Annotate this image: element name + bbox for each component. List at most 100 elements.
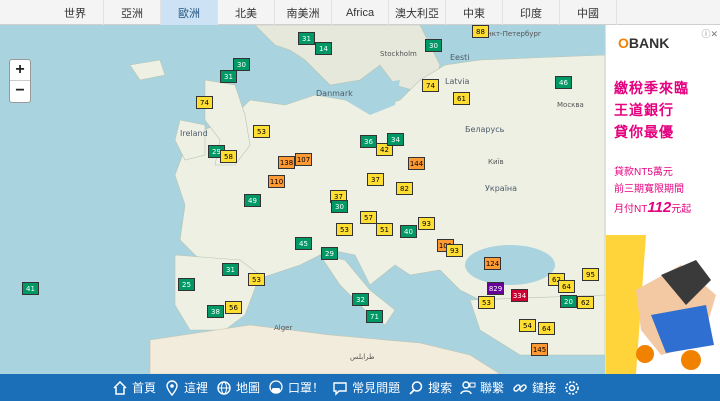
home-icon <box>112 380 128 396</box>
label-eesti: Eesti <box>450 53 470 62</box>
aqi-marker[interactable]: 38 <box>207 305 224 318</box>
aqi-marker[interactable]: 20 <box>560 295 577 308</box>
region-tabs: 世界 亞洲 歐洲 北美 南美洲 Africa 澳大利亞 中東 印度 中國 <box>0 0 720 25</box>
nav-home[interactable]: 首頁 <box>112 374 156 401</box>
city-alger: Alger <box>274 324 293 332</box>
tab-middle-east[interactable]: 中東 <box>446 0 503 25</box>
aqi-marker[interactable]: 56 <box>225 301 242 314</box>
aqi-marker[interactable]: 37 <box>367 173 384 186</box>
aqi-marker[interactable]: 93 <box>418 217 435 230</box>
aqi-marker[interactable]: 30 <box>331 200 348 213</box>
aqi-marker[interactable]: 45 <box>295 237 312 250</box>
ad-loan-amount: 貸款NT5萬元 <box>614 167 673 178</box>
aqi-marker[interactable]: 49 <box>244 194 261 207</box>
label-ukraine: Україна <box>485 184 518 193</box>
aqi-marker[interactable]: 31 <box>220 70 237 83</box>
city-kyiv: Київ <box>488 158 504 166</box>
aqi-marker[interactable]: 25 <box>178 278 195 291</box>
aqi-marker[interactable]: 58 <box>220 150 237 163</box>
tab-south-america[interactable]: 南美洲 <box>275 0 332 25</box>
europe-base-map <box>0 25 605 374</box>
mask-icon <box>268 379 284 396</box>
aqi-marker[interactable]: 145 <box>531 343 548 356</box>
nav-here[interactable]: 這裡 <box>164 374 208 401</box>
ad-grace-period: 前三期寬限期間 <box>614 184 684 195</box>
aqi-marker[interactable]: 74 <box>196 96 213 109</box>
tab-africa[interactable]: Africa <box>332 0 389 25</box>
nav-search[interactable]: 搜索 <box>408 374 452 401</box>
ad-arrow-icon[interactable] <box>636 345 654 363</box>
nav-links-label: 鏈接 <box>532 381 557 395</box>
aqi-marker[interactable]: 46 <box>555 76 572 89</box>
aqi-marker[interactable]: 40 <box>400 225 417 238</box>
tab-australia[interactable]: 澳大利亞 <box>389 0 446 25</box>
aqi-marker[interactable]: 62 <box>577 296 594 309</box>
aqi-marker[interactable]: 53 <box>336 223 353 236</box>
aqi-marker[interactable]: 107 <box>295 153 312 166</box>
bottom-nav: 首頁 這裡 地圖 口罩！ 常見問題 搜索 聯繫 鏈接 <box>0 374 720 401</box>
nav-settings[interactable] <box>564 374 584 401</box>
aqi-marker[interactable]: 61 <box>453 92 470 105</box>
nav-mask-label: 口罩！ <box>288 381 325 395</box>
label-denmark: Danmark <box>316 89 353 98</box>
nav-faq[interactable]: 常見問題 <box>332 374 400 401</box>
ad-headline: 繳稅季來臨 王道銀行 貸你最優 <box>614 80 689 140</box>
aqi-marker[interactable]: 53 <box>478 296 495 309</box>
nav-links[interactable]: 鏈接 <box>512 374 556 401</box>
aqi-marker[interactable]: 32 <box>352 293 369 306</box>
aqi-marker[interactable]: 53 <box>253 125 270 138</box>
nav-home-label: 首頁 <box>132 381 157 395</box>
aqi-marker[interactable]: 31 <box>222 263 239 276</box>
air-quality-map[interactable]: Ireland Danmark Latvia Eesti Беларусь Ук… <box>0 25 605 374</box>
aqi-marker[interactable]: 64 <box>558 280 575 293</box>
aqi-marker[interactable]: 54 <box>519 319 536 332</box>
tab-world[interactable]: 世界 <box>47 0 104 25</box>
tab-asia[interactable]: 亞洲 <box>104 0 161 25</box>
tab-north-america[interactable]: 北美 <box>218 0 275 25</box>
aqi-marker[interactable]: 29 <box>321 247 338 260</box>
gear-icon <box>564 380 580 396</box>
aqi-marker[interactable]: 51 <box>376 223 393 236</box>
aqi-marker[interactable]: 36 <box>360 135 377 148</box>
aqi-marker[interactable]: 41 <box>22 282 39 295</box>
aqi-marker[interactable]: 30 <box>425 39 442 52</box>
zoom-in-button[interactable]: + <box>10 60 30 81</box>
aqi-marker[interactable]: 93 <box>446 244 463 257</box>
contact-icon <box>460 380 476 396</box>
aqi-marker[interactable]: 74 <box>422 79 439 92</box>
aqi-marker[interactable]: 88 <box>472 25 489 38</box>
aqi-marker[interactable]: 144 <box>408 157 425 170</box>
nav-mask[interactable]: 口罩！ <box>268 374 324 401</box>
tab-europe[interactable]: 歐洲 <box>161 0 218 25</box>
aqi-marker[interactable]: 95 <box>582 268 599 281</box>
aqi-marker[interactable]: 138 <box>278 156 295 169</box>
nav-contact[interactable]: 聯繫 <box>460 374 504 401</box>
label-ireland: Ireland <box>180 129 208 138</box>
aqi-marker[interactable]: 34 <box>387 133 404 146</box>
aqi-marker[interactable]: 31 <box>298 32 315 45</box>
globe-icon <box>216 380 232 396</box>
tab-china[interactable]: 中國 <box>560 0 617 25</box>
aqi-marker[interactable]: 124 <box>484 257 501 270</box>
city-moscow: Москва <box>557 101 584 109</box>
aqi-marker[interactable]: 53 <box>248 273 265 286</box>
label-latvia: Latvia <box>445 77 470 86</box>
city-stockholm: Stockholm <box>380 50 417 58</box>
advertisement[interactable]: ⓘ✕ OBANK 繳稅季來臨 王道銀行 貸你最優 貸款NT5萬元 前三期寬限期間… <box>605 25 720 374</box>
nav-map[interactable]: 地圖 <box>216 374 260 401</box>
search-icon <box>408 380 424 396</box>
aqi-marker[interactable]: 110 <box>268 175 285 188</box>
aqi-marker[interactable]: 64 <box>538 322 555 335</box>
ad-close-icon[interactable]: ⓘ✕ <box>701 27 718 40</box>
aqi-marker[interactable]: 57 <box>360 211 377 224</box>
aqi-marker[interactable]: 829 <box>487 282 504 295</box>
zoom-out-button[interactable]: − <box>10 81 30 102</box>
tab-india[interactable]: 印度 <box>503 0 560 25</box>
nav-search-label: 搜索 <box>428 381 453 395</box>
nav-contact-label: 聯繫 <box>480 381 505 395</box>
aqi-marker[interactable]: 71 <box>366 310 383 323</box>
aqi-marker[interactable]: 334 <box>511 289 528 302</box>
nav-faq-label: 常見問題 <box>352 381 401 395</box>
aqi-marker[interactable]: 14 <box>315 42 332 55</box>
aqi-marker[interactable]: 82 <box>396 182 413 195</box>
